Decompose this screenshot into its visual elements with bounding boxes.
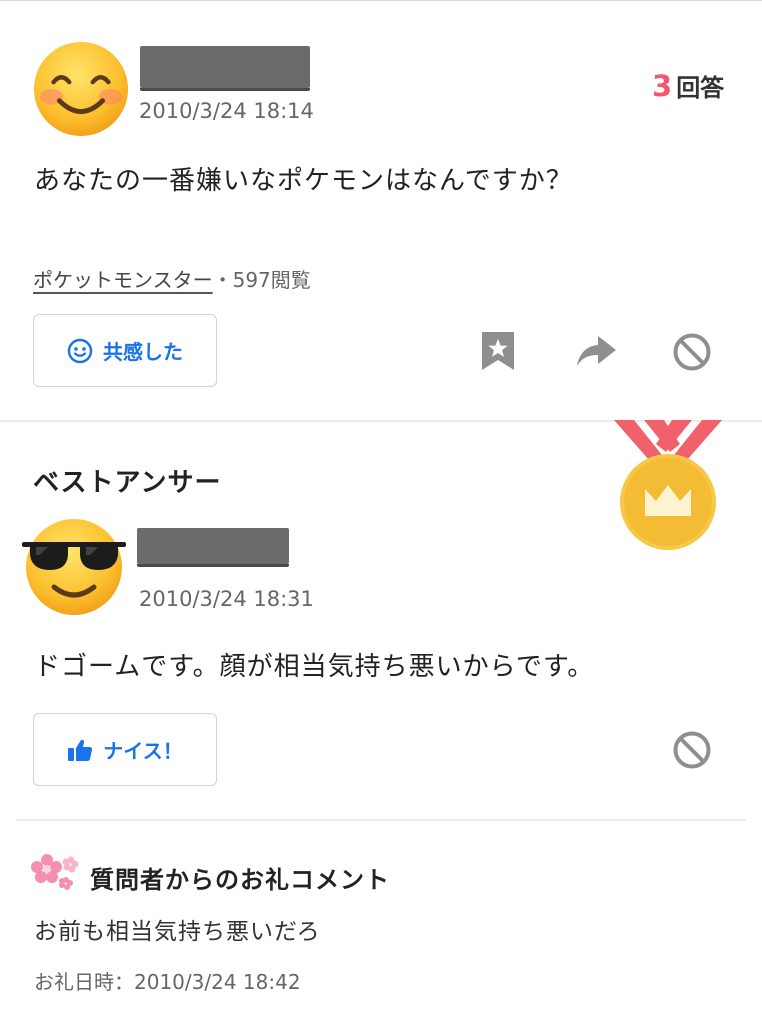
answer-date: 2010/3/24 18:31 [139, 587, 314, 611]
smile-icon [67, 338, 93, 363]
empathize-button[interactable]: 共感した [33, 314, 217, 387]
bookmark-icon [482, 332, 514, 370]
best-answer-medal [608, 420, 728, 550]
smiling-face-icon [33, 41, 129, 137]
share-arrow-icon [577, 336, 616, 366]
share-button[interactable] [574, 330, 618, 372]
nice-button[interactable]: ナイス！ [33, 713, 217, 786]
block-icon [673, 731, 711, 769]
thanks-comment: お前も相当気持ち悪いだろ [34, 919, 321, 945]
category-link[interactable]: ポケットモンスター [33, 264, 213, 293]
answer-count-number: 3 [652, 69, 673, 103]
top-divider [0, 0, 762, 1]
answerer-avatar[interactable] [20, 515, 128, 617]
block-button[interactable] [672, 332, 712, 372]
crown-medal-icon [614, 420, 722, 550]
sunglasses-face-icon [22, 519, 126, 615]
empathize-label: 共感した [103, 340, 183, 364]
view-count: ・597閲覧 [212, 268, 311, 292]
block-icon [673, 333, 711, 371]
best-answer-heading: ベストアンサー [33, 468, 222, 498]
thanks-divider [16, 819, 746, 821]
thanks-title: 質問者からのお礼コメント [90, 866, 390, 894]
answer-text: ドゴームです。顔が相当気持ち悪いからです。 [34, 652, 595, 682]
cherry-blossom-icon [31, 854, 79, 890]
answer-block-button[interactable] [672, 730, 712, 770]
questioner-avatar[interactable] [32, 40, 130, 138]
question-date: 2010/3/24 18:14 [139, 99, 314, 123]
question-meta: ポケットモンスター ・597閲覧 [33, 264, 311, 293]
nice-label: ナイス！ [103, 739, 183, 763]
answer-count-label: 回答 [676, 74, 725, 102]
bookmark-button[interactable] [476, 328, 520, 374]
thanks-icon [31, 852, 81, 892]
questioner-name-redacted [140, 46, 310, 91]
thumbs-up-icon [68, 739, 93, 761]
answer-count[interactable]: 3 回答 [652, 68, 724, 103]
question-text: あなたの一番嫌いなポケモンはなんですか？ [34, 166, 573, 196]
thanks-date: お礼日時：2010/3/24 18:42 [34, 970, 301, 994]
answerer-name-redacted [137, 528, 289, 567]
